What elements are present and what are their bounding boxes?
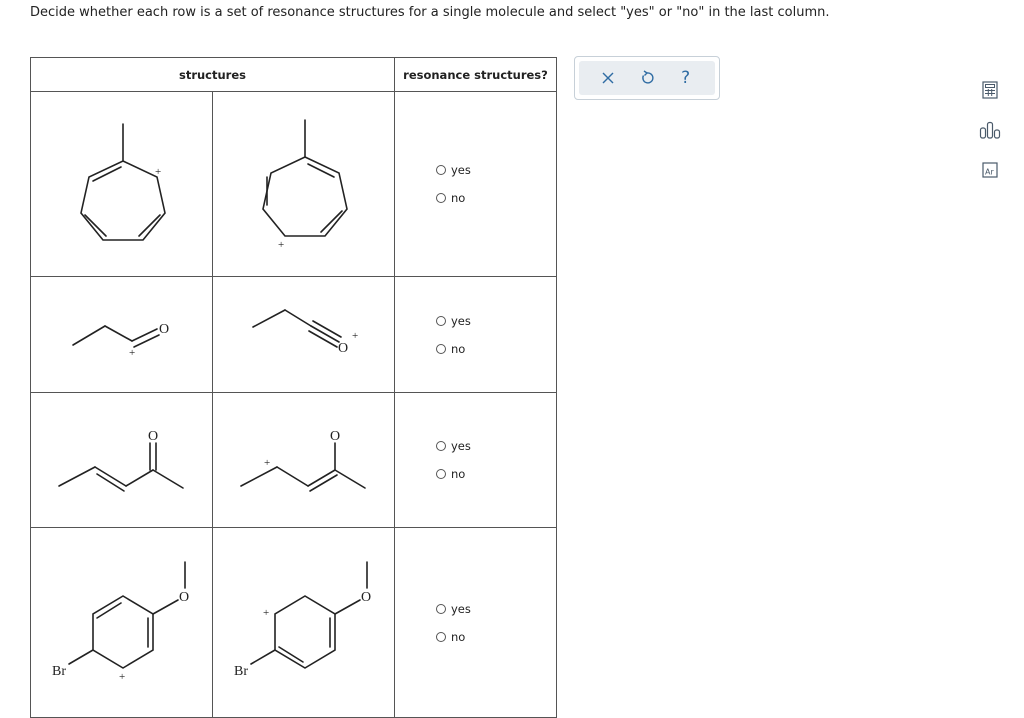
no-radio[interactable] [436,469,446,479]
no-label: no [451,341,466,356]
clear-button[interactable] [596,66,620,90]
calculator-icon [982,81,998,99]
yes-label: yes [451,439,471,453]
table-row: + + yes no [30,91,557,277]
positive-charge: + [264,457,270,469]
molecule-structure: O Br + [52,561,189,683]
oxygen-atom: O [338,341,348,356]
help-button[interactable]: ? [674,66,698,90]
periodic-table-button[interactable]: Ar [978,158,1002,182]
answer-no-option[interactable]: no [436,342,465,356]
no-radio[interactable] [436,193,446,203]
answer-toolbar: ? [574,56,720,100]
no-radio[interactable] [436,631,446,642]
answer-yes-option[interactable]: yes [436,314,471,328]
bromine-atom: Br [52,664,66,679]
positive-charge: + [263,607,269,619]
table-row: O + O + yes no [30,276,557,393]
molecule-structure: O + [240,429,366,492]
structure-cell: O + [212,276,395,393]
positive-charge: + [352,330,358,342]
structure-cell: + [30,91,213,277]
yes-radio[interactable] [436,315,446,326]
calculator-button[interactable] [978,78,1002,102]
data-button[interactable] [978,118,1002,142]
table-row: O Br + O Br + yes no [30,527,557,718]
molecule-structure: O Br + [234,561,371,679]
molecule-structure: O [58,429,184,492]
yes-label: yes [451,313,471,328]
yes-label: yes [451,163,471,177]
undo-button[interactable] [635,66,659,90]
no-radio[interactable] [436,343,446,354]
undo-icon [642,70,654,84]
yes-label: yes [451,601,471,616]
structure-cell: O Br + [30,527,213,718]
positive-charge: + [129,347,135,359]
answer-cell: yes no [394,91,557,277]
no-label: no [451,191,466,205]
positive-charge: + [278,239,284,251]
answer-yes-option[interactable]: yes [436,163,471,177]
oxygen-atom: O [148,429,158,444]
oxygen-atom: O [330,429,340,444]
resonance-table: structures resonance structures? + + yes… [30,57,557,718]
side-tools: Ar [978,78,1002,182]
structure-cell: O [30,392,213,528]
molecule-structure: O + [72,322,169,359]
toolbar-buttons: ? [579,61,715,95]
periodic-table-label: Ar [985,168,994,177]
no-label: no [451,467,466,481]
no-label: no [451,629,466,644]
header-resonance: resonance structures? [394,57,557,92]
table-row: O O + yes no [30,392,557,528]
structure-cell: + [212,91,395,277]
answer-cell: yes no [394,527,557,718]
oxygen-atom: O [179,590,189,605]
yes-radio[interactable] [436,603,446,614]
help-icon: ? [681,68,691,88]
yes-radio[interactable] [436,165,446,175]
oxygen-atom: O [361,590,371,605]
molecule-structure: + [80,123,166,241]
instructions-text: Decide whether each row is a set of reso… [30,5,830,20]
periodic-table-icon: Ar [982,162,998,178]
yes-radio[interactable] [436,441,446,451]
answer-cell: yes no [394,392,557,528]
answer-cell: yes no [394,276,557,393]
molecule-structure: O + [252,309,358,356]
structure-cell: O + [30,276,213,393]
structure-cell: O + [212,392,395,528]
answer-no-option[interactable]: no [436,630,465,644]
answer-yes-option[interactable]: yes [436,602,471,616]
structure-cell: O Br + [212,527,395,718]
answer-yes-option[interactable]: yes [436,439,471,453]
table-header-row: structures resonance structures? [30,57,557,92]
answer-no-option[interactable]: no [436,467,465,481]
molecule-structure: + [262,119,348,251]
close-icon [602,72,614,84]
bromine-atom: Br [234,664,248,679]
oxygen-atom: O [159,322,169,337]
answer-no-option[interactable]: no [436,191,465,205]
bar-chart-icon [979,121,1001,139]
positive-charge: + [119,671,125,683]
header-structures: structures [30,57,395,92]
positive-charge: + [155,166,161,178]
